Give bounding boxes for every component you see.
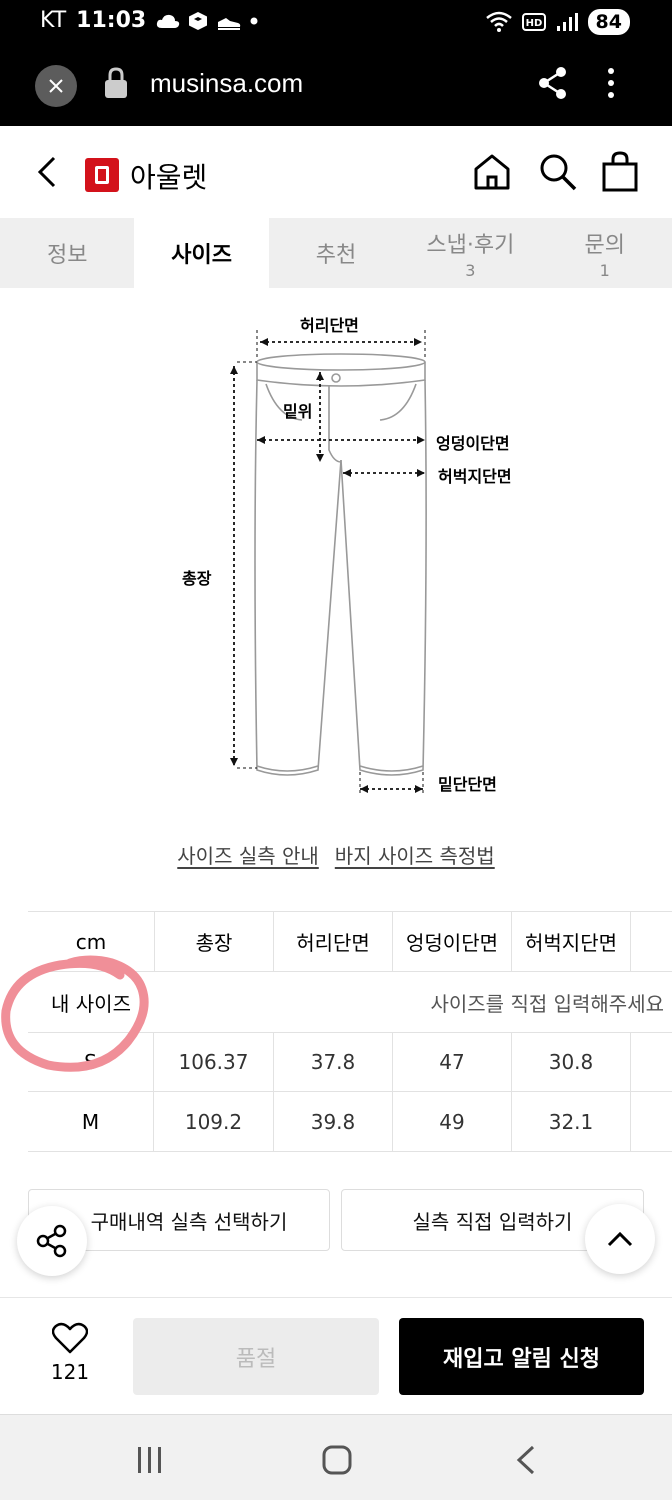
signal-icon — [556, 13, 578, 31]
chevron-up-icon — [607, 1231, 633, 1247]
table-cell: 49 — [392, 1091, 511, 1152]
button-label: 품절 — [235, 1346, 277, 1372]
outlet-logo — [85, 158, 119, 192]
product-tabs: 정보 사이즈 추천 스냅·후기 3 문의 1 — [0, 218, 672, 288]
column-header: 엉덩이단면 — [392, 911, 511, 972]
close-tab-button[interactable] — [35, 65, 77, 107]
like-count: 121 — [50, 1360, 90, 1384]
status-bar: KT 11:03 HD 84 — [0, 0, 672, 44]
button-label: 구매내역 실측 선택하기 — [90, 1209, 288, 1234]
browser-url-bar: musinsa.com — [0, 44, 672, 126]
tab-label: 문의 — [584, 232, 625, 258]
my-size-row[interactable]: 내 사이즈 사이즈를 직접 입력해주세요 — [28, 972, 672, 1032]
tab-inquiry[interactable]: 문의 1 — [538, 218, 672, 288]
like-button[interactable]: 121 — [40, 1322, 100, 1384]
button-label: 재입고 알림 신청 — [443, 1346, 600, 1372]
table-header-row: cm 총장 허리단면 엉덩이단면 허벅지단면 — [28, 911, 672, 972]
carrier-label: KT — [40, 8, 67, 33]
system-navigation-bar — [0, 1414, 672, 1500]
purchase-action-bar: 121 품절 재입고 알림 신청 — [0, 1297, 672, 1414]
table-overflow-column — [630, 911, 671, 972]
my-size-hint[interactable]: 사이즈를 직접 입력해주세요 — [154, 988, 672, 1017]
table-cell: 109.2 — [184, 1109, 243, 1134]
tab-snap-review[interactable]: 스냅·후기 3 — [403, 218, 537, 288]
heart-icon — [51, 1322, 89, 1354]
share-icon — [36, 1224, 67, 1258]
unit-label: cm — [75, 929, 107, 954]
size-name: M — [28, 1091, 154, 1152]
close-icon — [49, 79, 63, 93]
table-cell: 106.37 — [178, 1050, 249, 1074]
tab-recommend[interactable]: 추천 — [269, 218, 403, 288]
size-guide-links: 사이즈 실측 안내 바지 사이즈 측정법 — [0, 840, 672, 869]
tab-info[interactable]: 정보 — [0, 218, 134, 288]
button-label: 실측 직접 입력하기 — [412, 1209, 573, 1234]
dot-icon — [250, 17, 258, 24]
share-icon[interactable] — [537, 66, 569, 100]
tab-label: 정보 — [46, 243, 88, 268]
hip-label: 엉덩이단면 — [436, 434, 510, 453]
scroll-top-button[interactable] — [585, 1204, 655, 1274]
home-nav-icon[interactable] — [322, 1445, 352, 1475]
thigh-label: 허벅지단면 — [438, 467, 512, 486]
hd-icon: HD — [521, 13, 546, 31]
more-vertical-icon[interactable] — [604, 66, 618, 100]
waist-label: 허리단면 — [300, 316, 359, 335]
table-row: S 106.37 37.8 47 30.8 — [28, 1032, 672, 1092]
table-overflow-column — [630, 1091, 671, 1152]
table-overflow-column — [630, 1032, 671, 1092]
tab-count: 1 — [599, 260, 610, 280]
soldout-button: 품절 — [133, 1318, 379, 1395]
lock-icon — [105, 67, 127, 98]
tab-label: 추천 — [315, 243, 357, 268]
page-title: 아울렛 — [130, 161, 208, 194]
box-icon — [189, 11, 208, 30]
tab-label: 사이즈 — [171, 243, 232, 268]
shoe-icon — [218, 17, 241, 30]
measure-guide-link[interactable]: 바지 사이즈 측정법 — [335, 840, 495, 869]
pants-measurement-diagram: 허리단면 밑위 엉덩이단면 허벅지단면 총장 밑단단면 — [160, 300, 540, 810]
restock-alert-button[interactable]: 재입고 알림 신청 — [399, 1318, 644, 1395]
size-name: S — [28, 1032, 154, 1092]
size-guide-link[interactable]: 사이즈 실측 안내 — [177, 840, 319, 869]
tab-size[interactable]: 사이즈 — [134, 218, 269, 288]
battery-level: 84 — [587, 9, 630, 35]
table-cell: 37.8 — [273, 1032, 392, 1092]
home-icon[interactable] — [472, 152, 512, 192]
recent-apps-icon[interactable] — [136, 1445, 164, 1475]
table-row: M 109.2 39.8 49 32.1 — [28, 1091, 672, 1152]
table-cell: 30.8 — [511, 1032, 630, 1092]
search-icon[interactable] — [538, 152, 578, 192]
shopping-bag-icon[interactable] — [600, 150, 640, 192]
clock: 11:03 — [76, 8, 147, 33]
cloud-icon — [157, 14, 180, 28]
column-header: 허벅지단면 — [511, 911, 630, 972]
column-header: 총장 — [154, 911, 273, 972]
hem-label: 밑단단면 — [438, 775, 497, 794]
pants-outline — [230, 330, 427, 796]
table-cell: 32.1 — [511, 1091, 630, 1152]
rise-label: 밑위 — [283, 402, 313, 421]
length-label: 총장 — [182, 569, 212, 588]
app-header: 아울렛 — [0, 126, 672, 218]
back-arrow-icon[interactable] — [34, 154, 60, 190]
tab-count: 3 — [465, 260, 476, 280]
table-cell: 47 — [392, 1032, 511, 1092]
tab-label: 스냅·후기 — [426, 232, 515, 258]
wifi-icon — [485, 11, 512, 32]
svg-text:HD: HD — [525, 18, 542, 29]
back-nav-icon[interactable] — [515, 1445, 537, 1475]
url-text[interactable]: musinsa.com — [150, 68, 303, 99]
my-size-label: 내 사이즈 — [51, 991, 131, 1016]
table-cell: 39.8 — [273, 1091, 392, 1152]
size-table: cm 총장 허리단면 엉덩이단면 허벅지단면 내 사이즈 사이즈를 직접 입력해… — [28, 911, 672, 1152]
column-header: 허리단면 — [273, 911, 392, 972]
share-button[interactable] — [17, 1206, 87, 1276]
